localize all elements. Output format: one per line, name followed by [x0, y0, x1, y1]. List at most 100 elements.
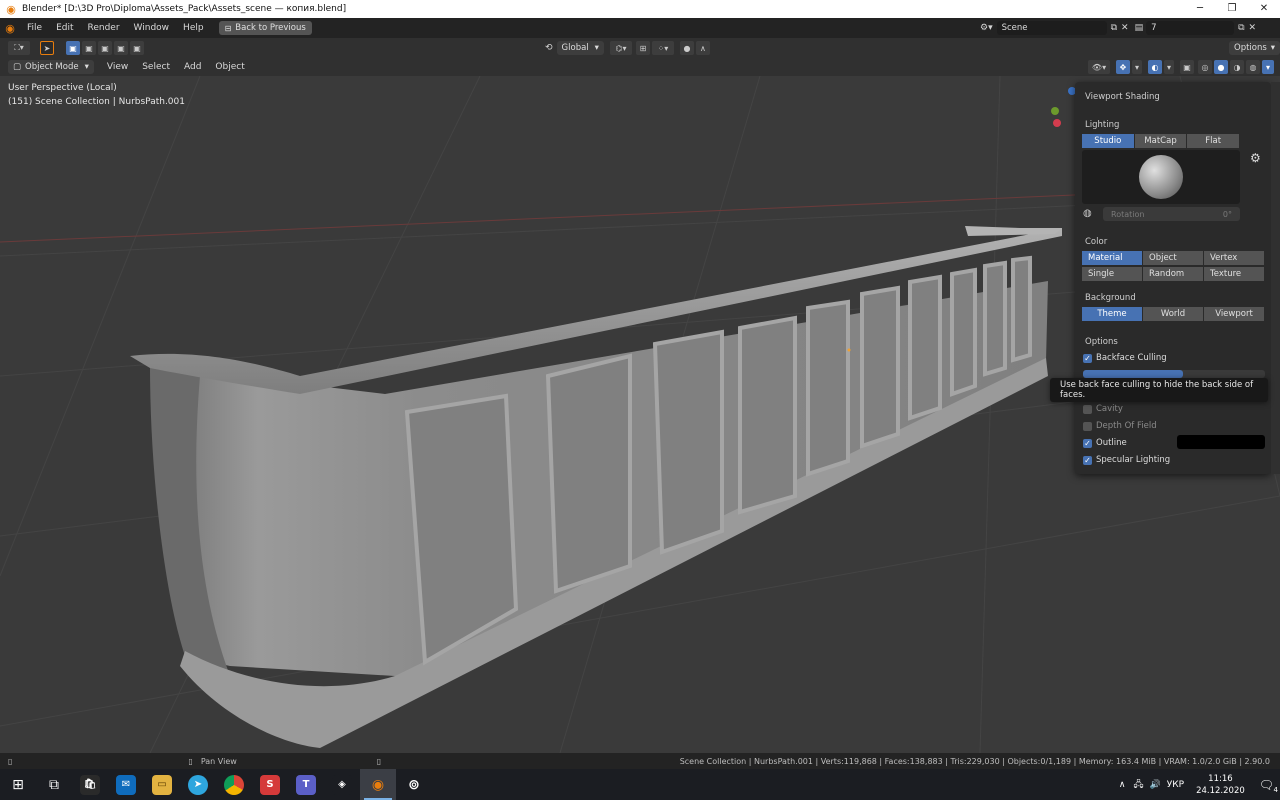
tray-chevron-up-icon[interactable]: ∧: [1119, 780, 1126, 790]
menu-add[interactable]: Add: [177, 62, 208, 72]
back-to-previous-button[interactable]: ⊟ Back to Previous: [218, 21, 312, 35]
file-explorer-icon[interactable]: ▭: [144, 769, 180, 800]
teams-icon[interactable]: T: [288, 769, 324, 800]
scene-statistics: Scene Collection | NurbsPath.001 | Verts…: [679, 756, 1270, 766]
scene-field[interactable]: Scene: [996, 21, 1107, 35]
view-layer-field[interactable]: 7: [1146, 21, 1235, 35]
object-mode-icon: ▢: [13, 62, 22, 72]
color-object-button[interactable]: Object: [1143, 251, 1204, 265]
delete-view-layer-icon[interactable]: ✕: [1249, 23, 1257, 33]
options-dropdown[interactable]: Options ▾: [1229, 41, 1280, 55]
new-view-layer-icon[interactable]: ⧉: [1238, 23, 1244, 33]
select-mode-extend-icon[interactable]: ▣: [82, 41, 96, 55]
viewport-collection-label: (151) Scene Collection | NurbsPath.001: [8, 97, 185, 107]
overlays-icon[interactable]: ◐: [1148, 60, 1162, 74]
menu-select[interactable]: Select: [135, 62, 177, 72]
shading-options-chevron-icon[interactable]: ▾: [1262, 60, 1274, 74]
transform-orientation-dropdown[interactable]: Global ▾: [556, 41, 604, 55]
volume-icon[interactable]: 🔊: [1150, 780, 1161, 790]
rotation-slider[interactable]: Rotation 0°: [1103, 207, 1240, 221]
chevron-down-icon[interactable]: ▾: [1164, 60, 1174, 74]
lighting-matcap-button[interactable]: MatCap: [1134, 134, 1188, 148]
color-texture-button[interactable]: Texture: [1204, 267, 1265, 281]
blender-taskbar-icon[interactable]: ◉: [360, 769, 396, 800]
outline-color-swatch[interactable]: [1177, 435, 1265, 449]
window-title-bar: ◉ Blender* [D:\3D Pro\Diploma\Assets_Pac…: [0, 0, 1280, 18]
background-label: Background: [1085, 293, 1136, 303]
blender-menu-icon[interactable]: ◉: [0, 22, 20, 35]
snap-target-icon[interactable]: ⁘▾: [651, 41, 674, 55]
input-language[interactable]: УКР: [1167, 780, 1184, 790]
select-mode-invert-icon[interactable]: ▣: [114, 41, 128, 55]
background-world-button[interactable]: World: [1143, 307, 1204, 321]
transform-orientation-value: Global: [561, 43, 589, 53]
mail-icon[interactable]: ✉: [108, 769, 144, 800]
telegram-icon[interactable]: ➤: [180, 769, 216, 800]
delete-scene-icon[interactable]: ✕: [1121, 23, 1129, 33]
xray-icon[interactable]: ▣: [1180, 60, 1194, 74]
solid-shading-icon[interactable]: ●: [1214, 60, 1228, 74]
depth-of-field-checkbox[interactable]: Depth Of Field: [1083, 421, 1157, 431]
search-app-icon[interactable]: ⊚: [396, 769, 432, 800]
background-theme-button[interactable]: Theme: [1082, 307, 1143, 321]
select-tool-icon[interactable]: ➤: [40, 41, 54, 55]
scene-selector-icon[interactable]: ⚙▾: [980, 23, 993, 33]
cavity-label: Cavity: [1096, 404, 1123, 414]
maximize-icon[interactable]: ❐: [1216, 0, 1248, 18]
lighting-flat-button[interactable]: Flat: [1187, 134, 1241, 148]
outline-checkbox[interactable]: ✓ Outline: [1083, 438, 1127, 448]
select-mode-intersect-icon[interactable]: ▣: [130, 41, 144, 55]
network-icon[interactable]: 🖧: [1134, 777, 1144, 793]
menu-file[interactable]: File: [20, 23, 49, 33]
task-view-icon[interactable]: ⧉: [36, 769, 72, 800]
background-viewport-button[interactable]: Viewport: [1204, 307, 1265, 321]
store-icon[interactable]: 🛍: [72, 769, 108, 800]
gizmo-icon[interactable]: ✥: [1116, 60, 1130, 74]
color-single-button[interactable]: Single: [1082, 267, 1143, 281]
studio-light-preview[interactable]: [1082, 150, 1240, 204]
new-scene-icon[interactable]: ⧉: [1111, 23, 1117, 33]
minimize-icon[interactable]: ─: [1184, 0, 1216, 18]
select-mode-new-icon[interactable]: ▣: [66, 41, 80, 55]
preferences-gear-icon[interactable]: ⚙: [1250, 151, 1261, 165]
select-mode-subtract-icon[interactable]: ▣: [98, 41, 112, 55]
backface-culling-checkbox[interactable]: ✓ Backface Culling: [1083, 353, 1167, 363]
windows-start-icon[interactable]: ⊞: [0, 769, 36, 800]
cavity-checkbox[interactable]: Cavity: [1083, 404, 1123, 414]
close-icon[interactable]: ✕: [1248, 0, 1280, 18]
xray-slider-hidden[interactable]: [1083, 370, 1265, 378]
snap-icon[interactable]: ⊞: [635, 41, 650, 55]
wireframe-shading-icon[interactable]: ◎: [1198, 60, 1212, 74]
color-material-button[interactable]: Material: [1082, 251, 1143, 265]
proportional-edit-icon[interactable]: ●: [679, 41, 694, 55]
substance-icon[interactable]: S: [252, 769, 288, 800]
chrome-icon[interactable]: [216, 769, 252, 800]
sidebar-tab-strip[interactable]: [1271, 82, 1280, 474]
menu-edit[interactable]: Edit: [49, 23, 80, 33]
shading-title: Viewport Shading: [1085, 92, 1160, 102]
world-space-lighting-icon[interactable]: ◍: [1083, 208, 1092, 219]
window-title: Blender* [D:\3D Pro\Diploma\Assets_Pack\…: [22, 4, 347, 14]
checkbox-empty-icon: [1083, 404, 1092, 414]
color-random-button[interactable]: Random: [1143, 267, 1204, 281]
rendered-shading-icon[interactable]: ◍: [1246, 60, 1260, 74]
visibility-icon[interactable]: 👁▾: [1088, 60, 1110, 74]
clock[interactable]: 11:16 24.12.2020: [1196, 773, 1245, 797]
menu-render[interactable]: Render: [81, 23, 127, 33]
notifications-icon[interactable]: 🗨 4: [1259, 778, 1278, 794]
specular-lighting-checkbox[interactable]: ✓ Specular Lighting: [1083, 455, 1170, 465]
object-mode-dropdown[interactable]: ▢ Object Mode ▾: [8, 60, 94, 74]
proportional-falloff-icon[interactable]: ∧: [695, 41, 710, 55]
chevron-down-icon[interactable]: ▾: [1132, 60, 1142, 74]
menu-view[interactable]: View: [100, 62, 135, 72]
editor-type-icon[interactable]: ⛶▾: [8, 41, 30, 55]
inkscape-icon[interactable]: ◈: [324, 769, 360, 800]
menu-help[interactable]: Help: [176, 23, 211, 33]
menu-window[interactable]: Window: [127, 23, 177, 33]
pivot-point-icon[interactable]: ⌬▾: [609, 41, 632, 55]
color-vertex-button[interactable]: Vertex: [1204, 251, 1265, 265]
material-shading-icon[interactable]: ◑: [1230, 60, 1244, 74]
menu-object[interactable]: Object: [208, 62, 251, 72]
lighting-studio-button[interactable]: Studio: [1082, 134, 1135, 148]
backface-culling-tooltip: Use back face culling to hide the back s…: [1050, 378, 1268, 402]
